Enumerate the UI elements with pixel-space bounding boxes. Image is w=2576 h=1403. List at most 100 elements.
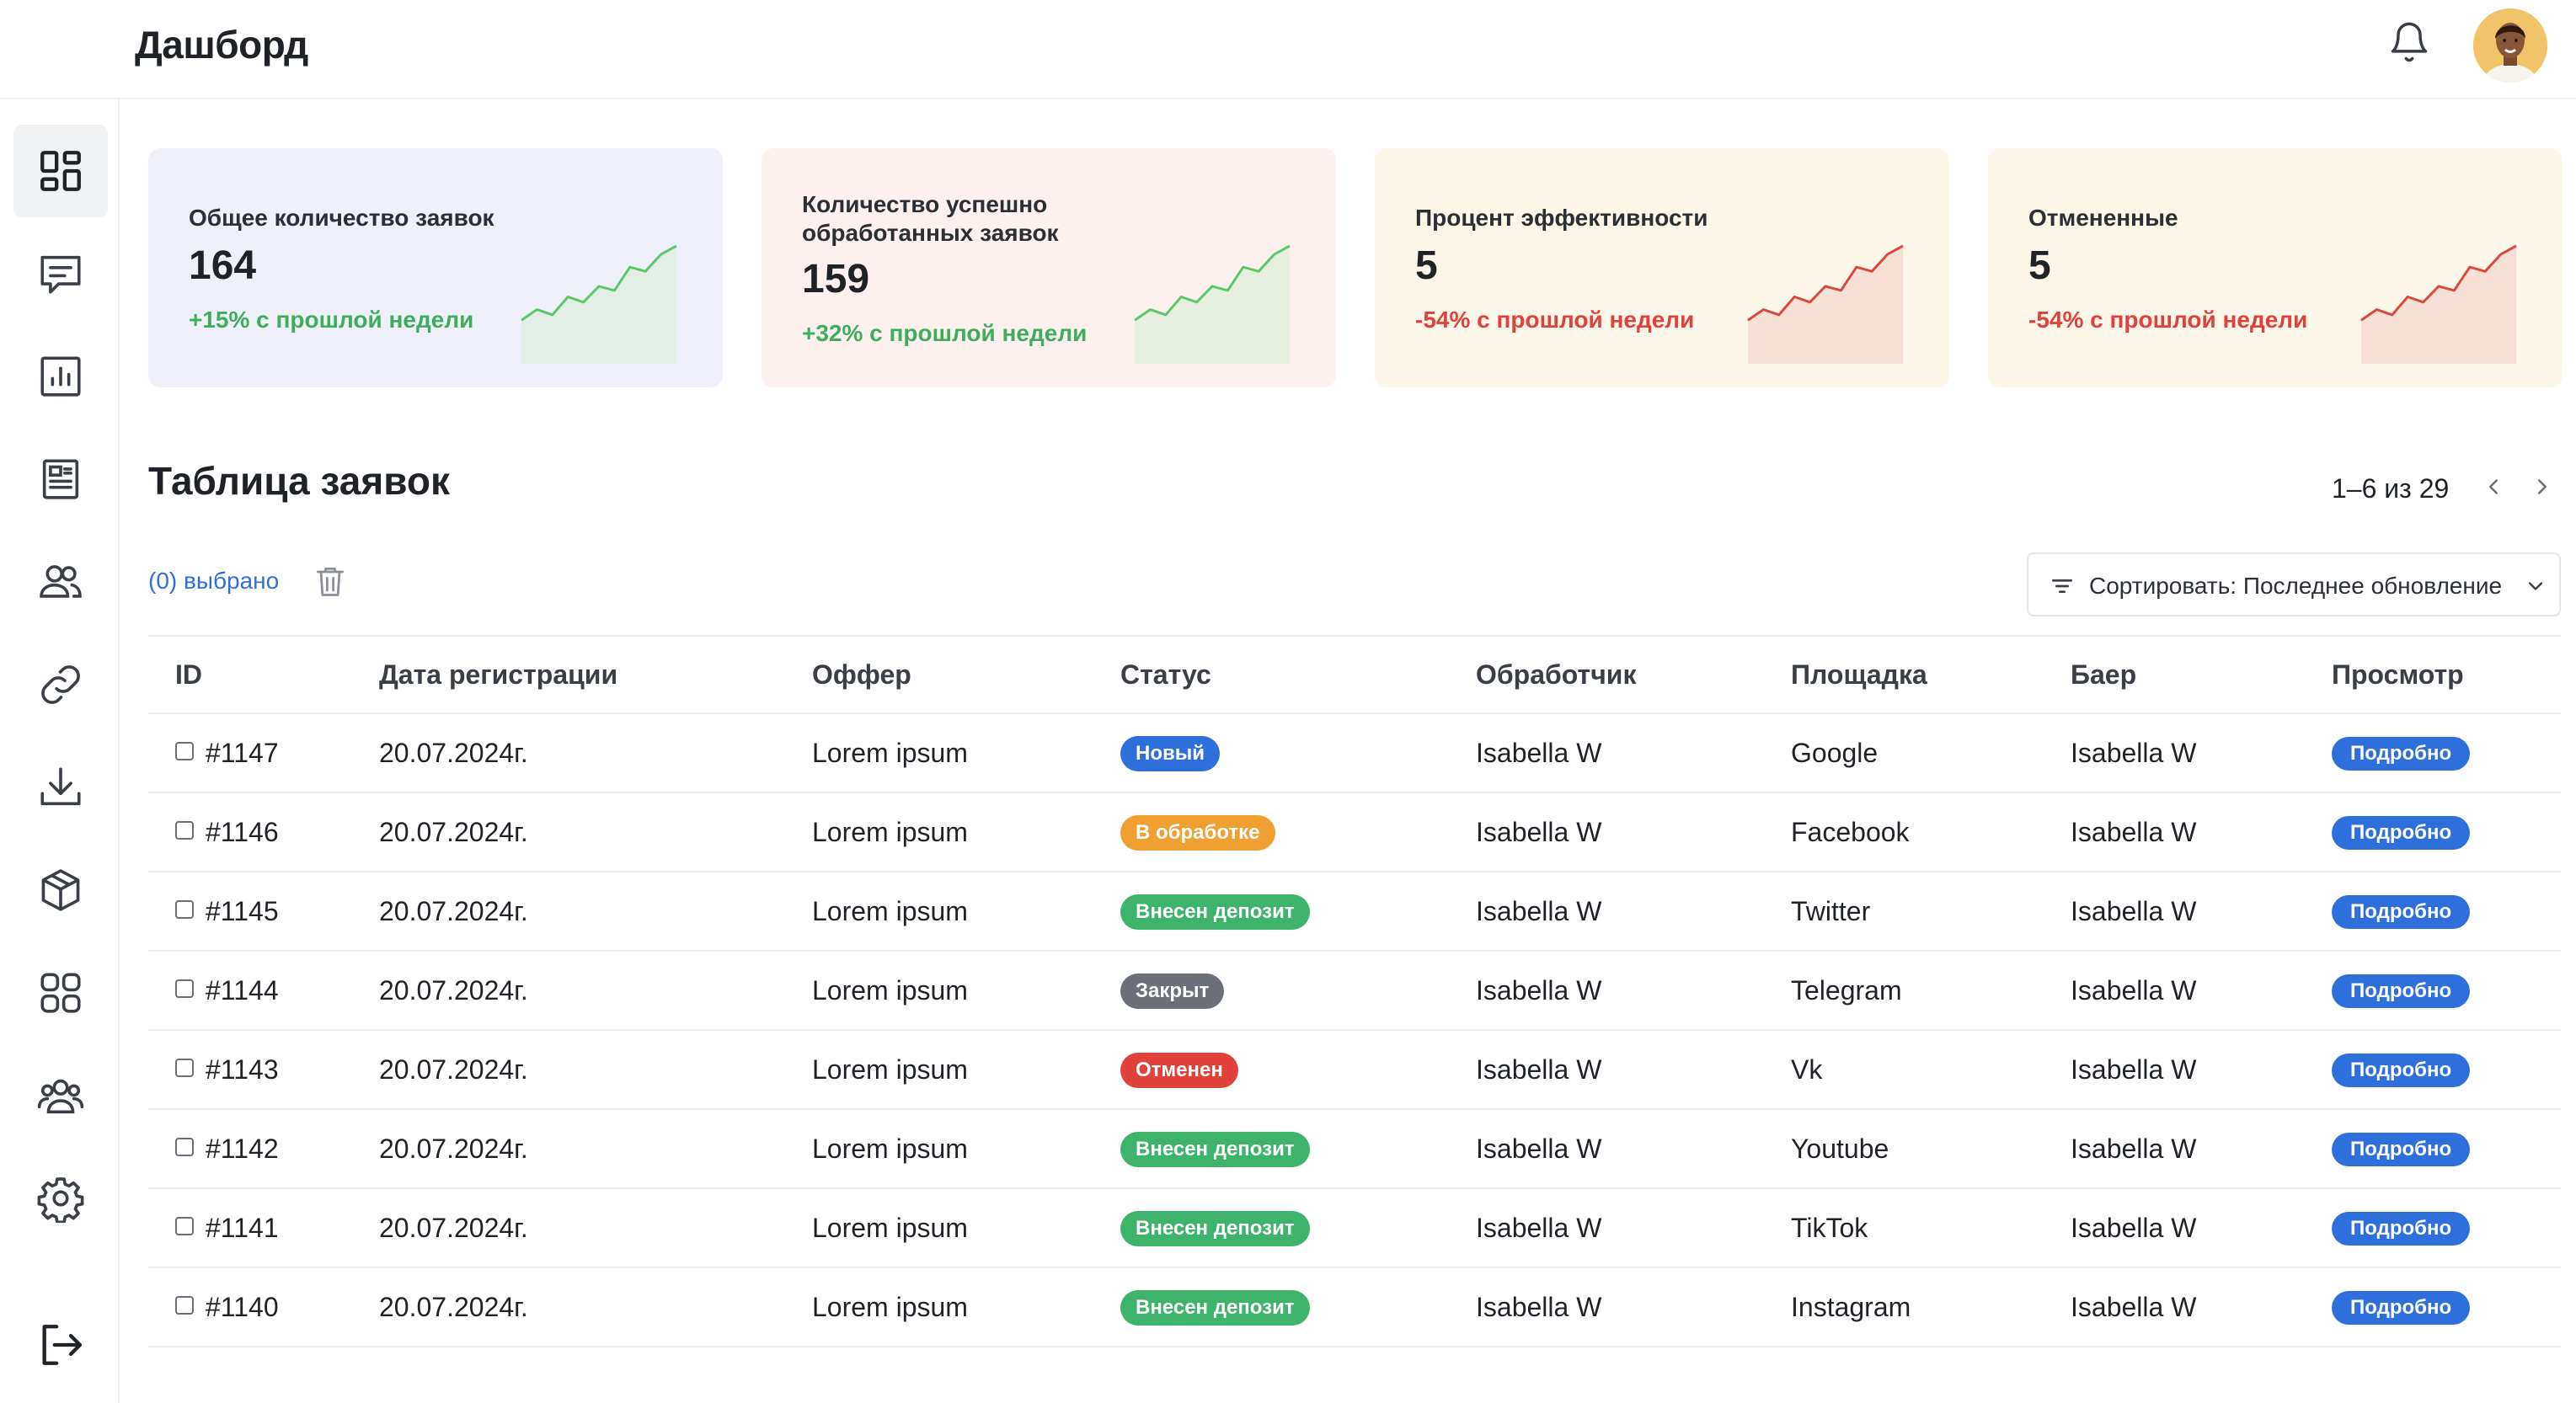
stat-card-label: Процент эффективности: [1415, 205, 1708, 231]
column-header-offer[interactable]: Оффер: [812, 635, 1120, 714]
details-button[interactable]: Подробно: [2332, 1054, 2471, 1087]
stat-card-value: 159: [802, 257, 870, 301]
chevron-down-icon: [2528, 582, 2543, 590]
sidebar-item-products[interactable]: [13, 844, 108, 936]
cell-handler: Isabella W: [1476, 1030, 1791, 1110]
cell-buyer: Isabella W: [2071, 951, 2332, 1031]
column-header-handler[interactable]: Обработчик: [1476, 635, 1791, 714]
status-badge: В обработке: [1120, 814, 1275, 851]
filter-icon: [2052, 579, 2072, 593]
table-row[interactable]: #1143 20.07.2024г. Lorem ipsum Отменен Isabe…: [148, 1030, 2561, 1110]
sparkline-chart: [2360, 244, 2517, 364]
chevron-left-icon: [2489, 479, 2498, 494]
cell-buyer: Isabella W: [2071, 1188, 2332, 1268]
row-id: #1147: [206, 737, 279, 768]
cell-id: #1143: [148, 1030, 379, 1110]
sidebar-item-team[interactable]: [13, 1049, 108, 1142]
table-row[interactable]: #1142 20.07.2024г. Lorem ipsum Внесен депоз…: [148, 1109, 2561, 1189]
details-button[interactable]: Подробно: [2332, 816, 2471, 850]
download-icon: [40, 767, 81, 806]
sidebar-item-dashboard[interactable]: [13, 125, 108, 217]
column-header-view[interactable]: Просмотр: [2332, 635, 2561, 714]
row-checkbox[interactable]: [175, 742, 194, 761]
cell-platform: Facebook: [1791, 792, 2071, 872]
row-checkbox[interactable]: [175, 979, 194, 999]
cell-handler: Isabella W: [1476, 713, 1791, 793]
document-icon: [42, 459, 79, 499]
stat-card: Процент эффективности 5 -54% с прошлой нед…: [1375, 148, 1949, 387]
details-button[interactable]: Подробно: [2332, 737, 2471, 771]
cell-platform: Google: [1791, 713, 2071, 793]
sidebar-item-users[interactable]: [13, 536, 108, 628]
status-badge: Внесен депозит: [1120, 1289, 1310, 1326]
table-row[interactable]: #1145 20.07.2024г. Lorem ipsum Внесен депоз…: [148, 872, 2561, 952]
sidebar-item-apps[interactable]: [13, 947, 108, 1039]
prev-page-button[interactable]: [2475, 468, 2512, 505]
cell-status: Внесен депозит: [1120, 1109, 1476, 1189]
sidebar: [0, 99, 120, 1403]
row-checkbox[interactable]: [175, 1138, 194, 1157]
top-header: Дашборд: [0, 0, 2576, 99]
cell-view: Подробно: [2332, 1188, 2561, 1268]
sidebar-item-stats[interactable]: [13, 330, 108, 423]
details-button[interactable]: Подробно: [2332, 974, 2471, 1008]
delete-button[interactable]: [312, 563, 349, 600]
cell-handler: Isabella W: [1476, 1188, 1791, 1268]
cell-view: Подробно: [2332, 1030, 2561, 1110]
details-button[interactable]: Подробно: [2332, 895, 2471, 929]
requests-table: ID Дата регистрации Оффер Статус Обработ…: [148, 635, 2561, 1347]
column-header-id[interactable]: ID: [148, 635, 379, 714]
row-checkbox[interactable]: [175, 1059, 194, 1078]
cell-handler: Isabella W: [1476, 872, 1791, 952]
next-page-button[interactable]: [2524, 468, 2561, 505]
cell-view: Подробно: [2332, 1267, 2561, 1347]
column-header-status[interactable]: Статус: [1120, 635, 1476, 714]
table-row[interactable]: #1146 20.07.2024г. Lorem ipsum В обработке I…: [148, 792, 2561, 872]
sort-dropdown[interactable]: Сортировать: Последнее обновление: [2027, 552, 2561, 616]
details-button[interactable]: Подробно: [2332, 1212, 2471, 1246]
stat-card-label: Отмененные: [2028, 205, 2178, 231]
column-header-date[interactable]: Дата регистрации: [379, 635, 812, 714]
cell-view: Подробно: [2332, 951, 2561, 1031]
row-checkbox[interactable]: [175, 821, 194, 840]
cell-view: Подробно: [2332, 713, 2561, 793]
cell-buyer: Isabella W: [2071, 1109, 2332, 1189]
cell-buyer: Isabella W: [2071, 872, 2332, 952]
table-row[interactable]: #1140 20.07.2024г. Lorem ipsum Внесен депоз…: [148, 1267, 2561, 1347]
row-checkbox[interactable]: [175, 1296, 194, 1315]
table-row[interactable]: #1147 20.07.2024г. Lorem ipsum Новый Isabell…: [148, 713, 2561, 793]
selected-count[interactable]: (0) выбрано: [148, 568, 279, 595]
row-checkbox[interactable]: [175, 900, 194, 920]
cell-offer: Lorem ipsum: [812, 1109, 1120, 1189]
stat-card-value: 5: [1415, 243, 1438, 288]
cell-date: 20.07.2024г.: [379, 1030, 812, 1110]
sidebar-item-logout[interactable]: [13, 1299, 108, 1391]
cell-platform: TikTok: [1791, 1188, 2071, 1268]
status-badge: Новый: [1120, 735, 1220, 771]
stat-card: Количество успешно обработанных заявок 15…: [762, 148, 1336, 387]
column-header-platform[interactable]: Площадка: [1791, 635, 2071, 714]
bell-icon[interactable]: [2387, 19, 2431, 66]
row-checkbox[interactable]: [175, 1217, 194, 1236]
sidebar-item-links[interactable]: [13, 638, 108, 731]
details-button[interactable]: Подробно: [2332, 1133, 2471, 1166]
sidebar-item-messages[interactable]: [13, 227, 108, 320]
avatar[interactable]: [2473, 8, 2547, 83]
sidebar-item-settings[interactable]: [13, 1152, 108, 1245]
cell-date: 20.07.2024г.: [379, 713, 812, 793]
column-header-buyer[interactable]: Баер: [2071, 635, 2332, 714]
sidebar-item-documents[interactable]: [13, 433, 108, 525]
details-button[interactable]: Подробно: [2332, 1291, 2471, 1325]
row-id: #1142: [206, 1133, 279, 1164]
table-row[interactable]: #1141 20.07.2024г. Lorem ipsum Внесен депоз…: [148, 1188, 2561, 1268]
sidebar-item-downloads[interactable]: [13, 741, 108, 834]
stat-card-delta: +15% с прошлой недели: [189, 307, 474, 333]
stat-card-label: Общее количество заявок: [189, 205, 494, 231]
status-badge: Закрыт: [1120, 973, 1225, 1009]
stat-card-delta: -54% с прошлой недели: [1415, 307, 1695, 333]
table-row[interactable]: #1144 20.07.2024г. Lorem ipsum Закрыт Isabel…: [148, 951, 2561, 1031]
cell-id: #1145: [148, 872, 379, 952]
sort-label: Сортировать: Последнее обновление: [2089, 573, 2503, 599]
logout-icon: [42, 1325, 83, 1365]
cell-status: Внесен депозит: [1120, 1267, 1476, 1347]
